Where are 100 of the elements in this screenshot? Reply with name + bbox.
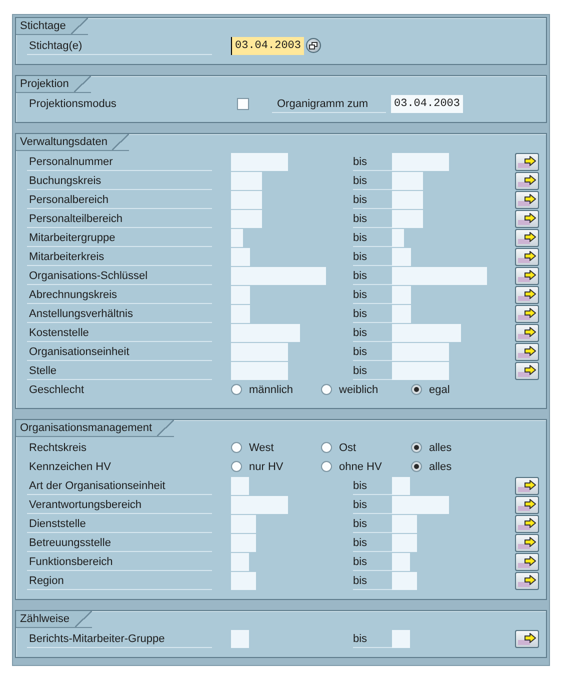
multiple-selection-button[interactable] <box>515 342 539 360</box>
input-field[interactable] <box>231 496 288 514</box>
input-field[interactable] <box>392 210 423 228</box>
multiple-selection-button[interactable] <box>515 534 539 552</box>
arrow-icon <box>524 308 536 318</box>
multiple-selection-button[interactable] <box>515 552 539 570</box>
arrow-icon <box>524 156 536 166</box>
input-field[interactable] <box>231 210 262 228</box>
arrow-icon <box>524 574 536 584</box>
multiple-selection-button[interactable] <box>515 152 539 170</box>
arrow-icon <box>524 480 536 490</box>
input-field[interactable] <box>231 304 250 322</box>
input-field[interactable] <box>231 172 262 190</box>
input-field[interactable] <box>231 248 250 266</box>
radio-button[interactable] <box>411 461 422 472</box>
input-field[interactable] <box>231 266 326 284</box>
input-field[interactable] <box>392 572 417 590</box>
input-field[interactable] <box>231 534 256 552</box>
input-field[interactable] <box>392 324 461 342</box>
field-label: Mitarbeitergruppe <box>27 228 212 246</box>
radio-button[interactable] <box>321 461 332 472</box>
input-field[interactable] <box>392 286 411 304</box>
arrow-icon <box>524 498 536 508</box>
window-icon <box>309 42 318 50</box>
field-label: Personalnummer <box>27 152 212 170</box>
arrow-icon <box>524 212 536 222</box>
radio-button[interactable] <box>321 384 332 395</box>
input-field[interactable] <box>392 496 449 514</box>
field-label: Geschlecht <box>28 382 86 398</box>
arrow-icon <box>524 288 536 298</box>
input-field[interactable] <box>231 324 300 342</box>
multiple-selection-button[interactable] <box>515 210 539 228</box>
radio-button[interactable] <box>411 384 422 395</box>
date-field[interactable]: 03.04.2003 <box>231 36 304 54</box>
input-field[interactable] <box>392 266 487 284</box>
input-field[interactable] <box>392 172 423 190</box>
multiple-selection-button[interactable] <box>515 630 539 648</box>
field-label: Rechtskreis <box>28 440 88 456</box>
multiple-selection-button[interactable] <box>515 172 539 190</box>
input-field[interactable] <box>392 476 410 494</box>
input-field[interactable] <box>231 572 256 590</box>
input-field[interactable] <box>231 190 262 208</box>
input-field[interactable] <box>392 248 411 266</box>
multiple-selection-button[interactable] <box>515 304 539 322</box>
group-title: Zählweise <box>16 611 92 628</box>
date-field[interactable]: 03.04.2003 <box>391 94 464 112</box>
radio-label: nur HV <box>249 460 284 472</box>
radio-button[interactable] <box>231 442 242 453</box>
multiple-selection-button[interactable] <box>515 324 539 342</box>
arrow-icon <box>524 536 536 546</box>
multiple-selection-button[interactable] <box>515 496 539 514</box>
radio-button[interactable] <box>411 442 422 453</box>
input-field[interactable] <box>392 552 410 570</box>
radio-label: männlich <box>249 384 294 396</box>
input-field[interactable] <box>392 630 410 648</box>
group-title: Stichtage <box>16 18 88 35</box>
input-field[interactable] <box>231 286 250 304</box>
field-label: Betreuungsstelle <box>27 534 212 552</box>
multiple-selection-button[interactable] <box>515 514 539 532</box>
multiple-selection-button[interactable] <box>515 572 539 590</box>
input-field[interactable] <box>231 228 243 246</box>
multiple-selection-button[interactable] <box>515 248 539 266</box>
radio-button[interactable] <box>231 461 242 472</box>
input-field[interactable] <box>231 630 249 648</box>
field-label: Abrechnungskreis <box>27 286 212 304</box>
input-field[interactable] <box>231 362 288 380</box>
arrow-icon <box>524 174 536 184</box>
field-label: Kennzeichen HV <box>28 460 112 474</box>
input-field[interactable] <box>392 152 449 170</box>
arrow-icon <box>524 556 536 566</box>
arrow-icon <box>524 518 536 528</box>
field-label: Art der Organisationseinheit <box>27 476 212 494</box>
input-field[interactable] <box>392 514 417 532</box>
input-field[interactable] <box>231 514 256 532</box>
multiple-selection-button[interactable] <box>515 266 539 284</box>
input-field[interactable] <box>392 304 411 322</box>
radio-label: weiblich <box>339 384 378 396</box>
input-field[interactable] <box>392 228 404 246</box>
multiple-selection-button[interactable] <box>515 286 539 304</box>
arrow-icon <box>524 270 536 280</box>
radio-label: alles <box>429 460 452 472</box>
input-field[interactable] <box>231 476 249 494</box>
options-button[interactable] <box>306 38 322 53</box>
field-label: Kostenstelle <box>27 324 212 342</box>
input-field[interactable] <box>392 534 417 552</box>
multiple-selection-button[interactable] <box>515 228 539 246</box>
arrow-icon <box>524 632 536 642</box>
input-field[interactable] <box>392 362 449 380</box>
input-field[interactable] <box>231 342 288 360</box>
radio-button[interactable] <box>321 442 332 453</box>
checkbox[interactable] <box>237 98 249 110</box>
multiple-selection-button[interactable] <box>515 476 539 494</box>
input-field[interactable] <box>231 152 288 170</box>
input-field[interactable] <box>392 342 449 360</box>
multiple-selection-button[interactable] <box>515 190 539 208</box>
multiple-selection-button[interactable] <box>515 362 539 380</box>
radio-button[interactable] <box>231 384 242 395</box>
field-label: Stichtag(e) <box>27 36 212 54</box>
input-field[interactable] <box>231 552 249 570</box>
input-field[interactable] <box>392 190 423 208</box>
